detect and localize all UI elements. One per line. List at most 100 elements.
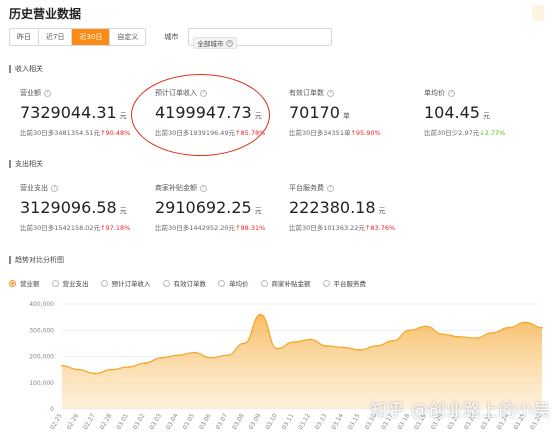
section-income: 收入相关 [9, 64, 43, 74]
x-tick-label: 03.12 [297, 412, 312, 431]
legend-label: 单均价 [229, 280, 249, 288]
data-point[interactable] [491, 331, 494, 334]
data-point[interactable] [392, 339, 394, 342]
metric-valid-orders: 有效订单数? 70170 单 比前30日多34351单↑95.90% [289, 88, 419, 137]
metric-unit: 元 [378, 207, 386, 215]
metric-name: 营业额 [20, 89, 41, 97]
x-tick-label: 03.05 [181, 412, 196, 431]
metric-merchant-subsidy: 商家补贴金额? 2910692.25 元 比前30日多1442952.20元↑98… [155, 183, 285, 232]
x-tick-label: 03.03 [148, 412, 163, 431]
x-tick-label: 03.08 [231, 412, 246, 431]
y-tick-label: 400,000 [29, 301, 54, 308]
y-tick-label: 0 [50, 406, 54, 413]
info-icon[interactable]: ? [327, 184, 334, 192]
data-point[interactable] [309, 338, 312, 341]
data-point[interactable] [408, 329, 411, 332]
data-point[interactable] [61, 364, 63, 367]
data-point[interactable] [176, 354, 179, 357]
data-point[interactable] [325, 345, 328, 347]
info-icon[interactable]: ? [44, 89, 51, 97]
city-tag-label: 全部城市 [197, 40, 224, 48]
data-point[interactable] [541, 326, 543, 329]
metric-compare: 比前30日少2.97元 [424, 129, 480, 137]
data-point[interactable] [474, 337, 477, 340]
metric-pct: ↑97.18% [100, 224, 131, 232]
metric-compare: 比前30日多3481354.51元 [20, 129, 101, 137]
legend-merchant-subsidy[interactable]: 商家补贴金额 [260, 278, 311, 288]
date-option-30d[interactable]: 近30日 [72, 29, 111, 45]
x-tick-label: 03.09 [248, 412, 263, 431]
x-tick-label: 03.11 [281, 412, 296, 431]
data-point[interactable] [507, 326, 510, 329]
metric-expense: 营业支出? 3129096.58 元 比前30日多1542158.02元↑97.1… [20, 183, 150, 232]
legend-valid-orders[interactable]: 有效订单数 [162, 278, 206, 288]
data-point[interactable] [458, 335, 461, 338]
info-icon[interactable]: ? [448, 89, 455, 97]
metric-compare: 比前30日多1542158.02元 [20, 224, 101, 232]
series-area [62, 314, 542, 409]
data-point[interactable] [110, 368, 113, 371]
data-point[interactable] [524, 321, 527, 324]
x-tick-label: 03.15 [347, 412, 362, 431]
data-point[interactable] [441, 333, 444, 336]
data-point[interactable] [425, 325, 428, 328]
date-option-custom[interactable]: 自定义 [110, 29, 145, 45]
section-income-label: 收入相关 [15, 65, 43, 73]
data-point[interactable] [375, 345, 378, 347]
page-title: 历史营业数据 [9, 7, 82, 21]
metric-value: 104.45 [424, 103, 480, 122]
metric-value: 2910692.25 [155, 198, 252, 217]
watermark: 知乎 @创业路上的小吴 [370, 401, 551, 421]
radio-icon [9, 279, 16, 287]
chart-legend: 营业额 营业支出 预计订单收入 有效订单数 单均价 商家补贴金额 平台服务费 [9, 278, 378, 288]
section-trend: 趋势对比分析图 [9, 255, 64, 265]
metric-unit: 元 [119, 207, 127, 215]
data-point[interactable] [276, 347, 279, 350]
radio-icon [218, 279, 225, 287]
x-tick-label: 03.13 [314, 412, 329, 431]
date-option-7d[interactable]: 近7日 [39, 29, 73, 45]
data-point[interactable] [143, 362, 146, 364]
metric-value: 70170 [289, 103, 340, 122]
x-tick-label: 03.07 [215, 412, 230, 431]
data-point[interactable] [226, 354, 229, 357]
legend-expected-income[interactable]: 预计订单收入 [100, 278, 151, 288]
data-point[interactable] [342, 346, 345, 349]
data-point[interactable] [77, 368, 80, 371]
data-point[interactable] [243, 342, 245, 345]
info-icon[interactable]: ? [200, 184, 207, 192]
info-icon[interactable]: ? [327, 89, 334, 97]
data-point[interactable] [259, 313, 262, 316]
data-point[interactable] [94, 372, 97, 375]
data-point[interactable] [160, 356, 163, 359]
close-icon[interactable]: × [226, 39, 234, 47]
section-expense-label: 支出相关 [15, 160, 43, 168]
date-option-yesterday[interactable]: 昨日 [10, 29, 39, 45]
metric-value: 222380.18 [289, 198, 376, 217]
data-point[interactable] [359, 349, 361, 351]
data-point[interactable] [292, 341, 295, 343]
y-tick-label: 100,000 [29, 380, 54, 387]
legend-avg-price[interactable]: 单均价 [218, 278, 249, 288]
highlight-annotation [131, 74, 270, 156]
data-point[interactable] [127, 366, 130, 368]
legend-label: 商家补贴金额 [271, 280, 311, 288]
metric-compare: 比前30日多101363.22元 [289, 224, 365, 232]
city-select[interactable]: 全部城市 × [188, 28, 333, 49]
metric-unit: 元 [119, 112, 127, 120]
legend-expense[interactable]: 营业支出 [51, 278, 89, 288]
radio-icon [162, 279, 170, 287]
metric-name: 单均价 [424, 89, 445, 97]
info-icon[interactable]: ? [51, 184, 58, 192]
data-point[interactable] [210, 356, 212, 359]
legend-platform-fee[interactable]: 平台服务费 [322, 278, 367, 288]
data-point[interactable] [193, 351, 196, 354]
y-tick-label: 300,000 [29, 327, 54, 334]
metric-compare: 比前30日多1442952.20元 [155, 224, 236, 232]
legend-label: 平台服务费 [333, 280, 367, 288]
section-trend-label: 趋势对比分析图 [15, 256, 64, 264]
legend-revenue[interactable]: 营业额 [9, 278, 40, 288]
legend-label: 营业支出 [62, 280, 89, 288]
metric-compare: 比前30日多34351单 [289, 129, 351, 137]
radio-icon [100, 279, 108, 287]
